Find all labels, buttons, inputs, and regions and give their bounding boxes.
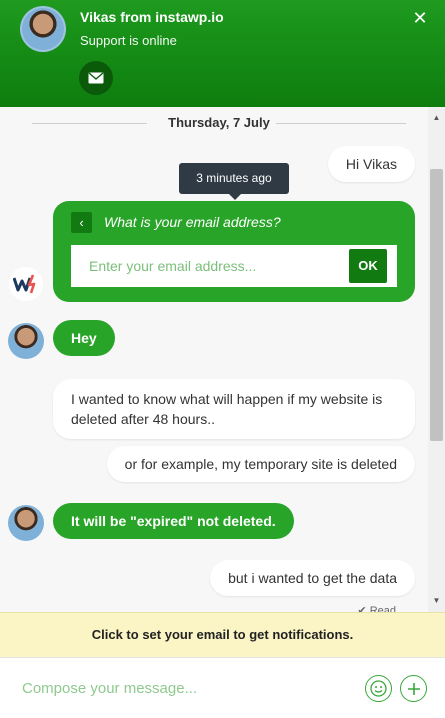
chat-header: Vikas from instawp.io Support is online … [0,0,445,107]
scroll-down-arrow[interactable]: ▼ [428,594,445,608]
message-bubble-user: or for example, my temporary site is del… [106,446,415,482]
agent-avatar [8,323,44,359]
agent-name: Vikas from instawp.io [80,9,224,25]
support-status: Support is online [80,33,177,48]
message-bubble-user: I wanted to know what will happen if my … [53,379,415,439]
compose-input[interactable] [0,670,340,706]
close-button[interactable]: ✕ [409,7,431,29]
smiley-icon [370,680,387,697]
plus-icon [407,682,420,695]
email-request-card: ‹ What is your email address? OK [53,201,415,302]
message-composer [0,657,445,718]
message-bubble-user: but i wanted to get the data [210,560,415,596]
email-input[interactable] [71,245,341,287]
agent-avatar-large [20,6,66,52]
chevron-left-icon: ‹ [79,215,84,230]
message-list[interactable]: Thursday, 7 July Hi Vikas 3 minutes ago … [0,107,428,612]
scroll-thumb[interactable] [430,169,443,441]
ok-button[interactable]: OK [349,249,387,283]
message-bubble-agent: Hey [53,320,115,356]
scroll-up-arrow[interactable]: ▲ [428,111,445,125]
timestamp-tooltip: 3 minutes ago [179,163,289,200]
message-bubble-user: Hi Vikas [327,146,415,182]
email-notification-bar[interactable]: Click to set your email to get notificat… [0,612,445,657]
emoji-button[interactable] [365,675,392,702]
email-prompt: What is your email address? [104,214,281,230]
add-attachment-button[interactable] [400,675,427,702]
read-receipt: ✔ Read [357,605,396,612]
date-separator: Thursday, 7 July [32,115,406,131]
mail-icon [88,72,104,84]
agent-avatar [8,505,44,541]
instawp-logo [9,267,43,301]
email-field-container: OK [71,245,397,287]
close-icon: ✕ [412,7,428,28]
email-button[interactable] [79,61,113,95]
message-scrollbar[interactable]: ▲ ▼ [428,107,445,612]
message-bubble-agent: It will be "expired" not deleted. [53,503,294,539]
back-button[interactable]: ‹ [71,212,92,233]
